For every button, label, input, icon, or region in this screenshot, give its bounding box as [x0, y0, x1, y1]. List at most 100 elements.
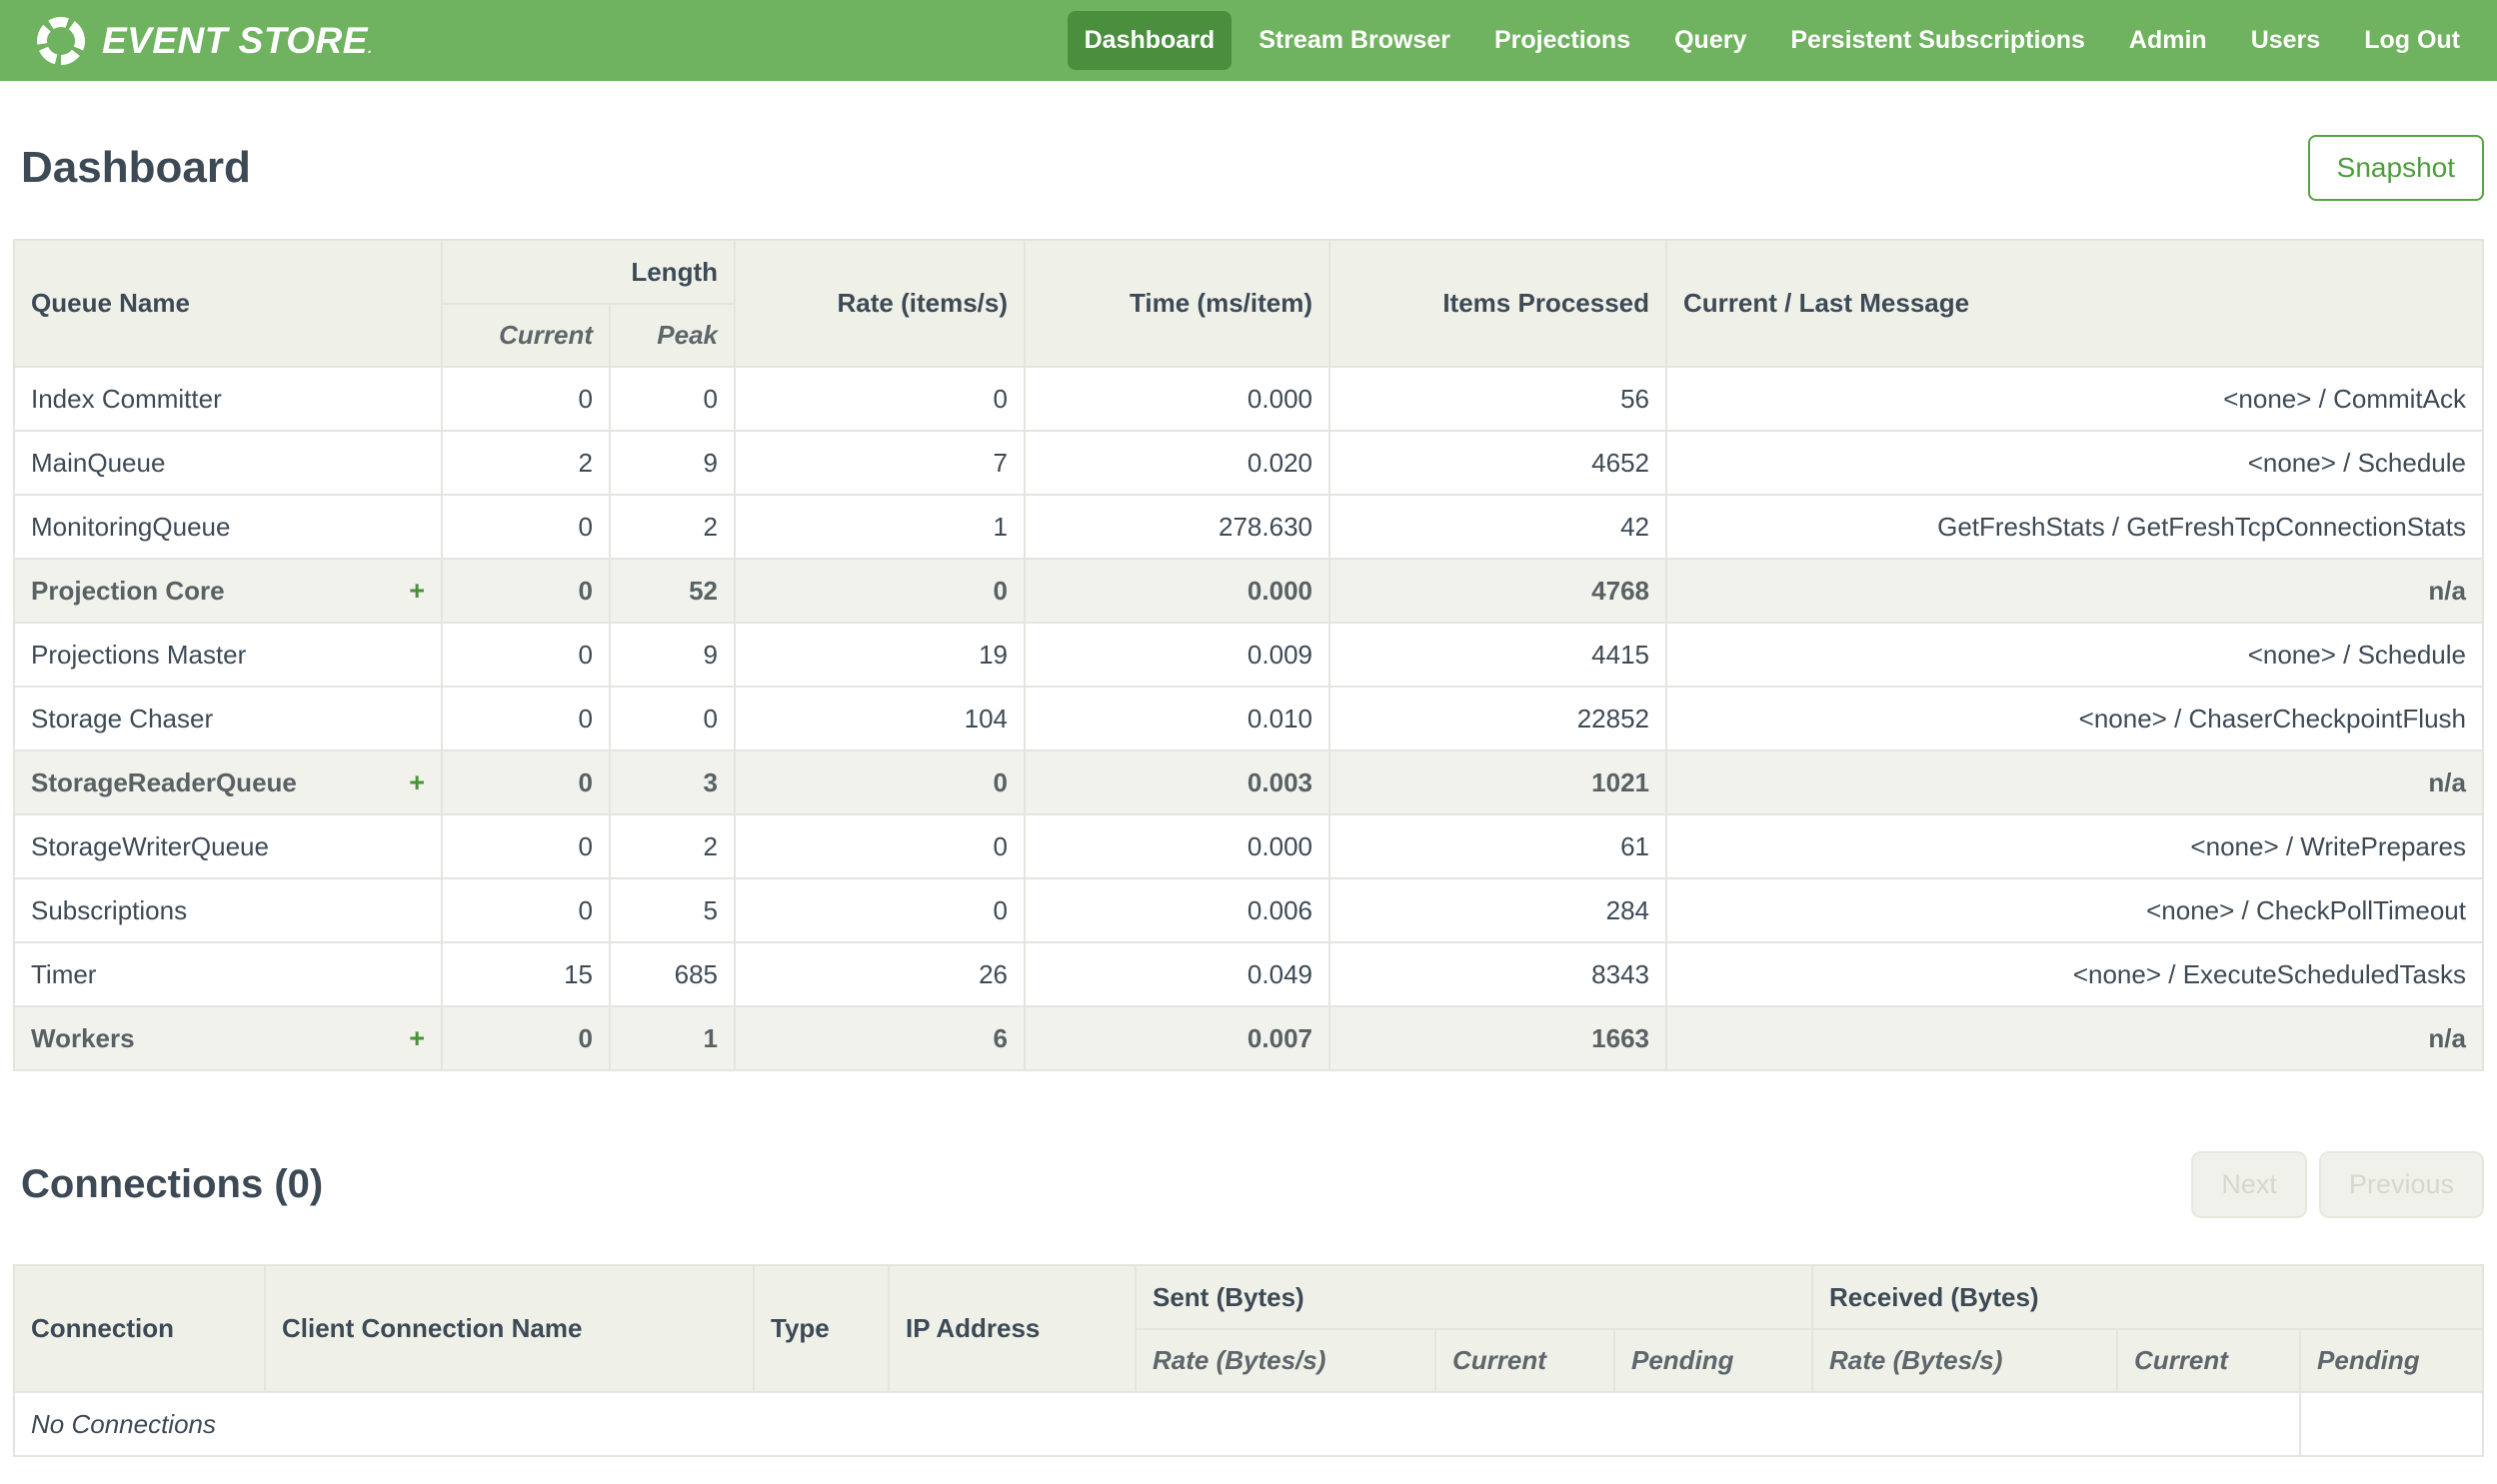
- time-cell: 0.010: [1024, 686, 1330, 751]
- connections-table-header: Connection Client Connection Name Type I…: [13, 1264, 2484, 1393]
- queues-table-header: Queue Name Length Rate (items/s) Time (m…: [13, 239, 2484, 368]
- time-cell: 0.000: [1024, 558, 1330, 624]
- nav-item-projections[interactable]: Projections: [1477, 11, 1647, 70]
- header-client-name: Client Connection Name: [264, 1264, 755, 1393]
- rate-cell: 7: [734, 430, 1026, 496]
- len-peak-cell: 685: [609, 941, 736, 1007]
- message-cell: <none> / Schedule: [1665, 430, 2484, 496]
- no-connections-row: No Connections: [12, 1391, 2484, 1457]
- len-peak-cell: 9: [609, 430, 736, 496]
- queue-row: MainQueue 2 9 7 0.020 4652 <none> / Sche…: [13, 430, 2484, 496]
- rate-cell: 0: [734, 366, 1026, 432]
- snapshot-button[interactable]: Snapshot: [2307, 135, 2484, 201]
- nav-item-dashboard[interactable]: Dashboard: [1067, 11, 1233, 70]
- queue-name-cell: Subscriptions: [13, 877, 443, 943]
- items-cell: 42: [1328, 494, 1667, 560]
- rate-cell: 0: [734, 877, 1026, 943]
- nav-item-stream-browser[interactable]: Stream Browser: [1242, 11, 1467, 70]
- queue-row: Projections Master 0 9 19 0.009 4415 <no…: [13, 622, 2484, 688]
- queue-name-cell: Projection Core +: [13, 558, 443, 624]
- header-time: Time (ms/item): [1024, 239, 1330, 368]
- len-current-cell: 0: [441, 686, 611, 751]
- nav-item-admin[interactable]: Admin: [2112, 11, 2224, 70]
- time-cell: 0.000: [1024, 366, 1330, 432]
- len-current-cell: 0: [441, 494, 611, 560]
- queues-table: Queue Name Length Rate (items/s) Time (m…: [13, 239, 2484, 1071]
- rate-cell: 1: [734, 494, 1026, 560]
- queue-row: MonitoringQueue 0 2 1 278.630 42 GetFres…: [13, 494, 2484, 560]
- queue-name-cell: Timer: [13, 941, 443, 1007]
- items-cell: 284: [1328, 877, 1667, 943]
- header-received-bytes: Received (Bytes): [1811, 1264, 2484, 1330]
- time-cell: 0.003: [1024, 749, 1330, 815]
- len-peak-cell: 1: [609, 1005, 736, 1071]
- header-received-pending: Pending: [2299, 1328, 2484, 1393]
- message-cell: n/a: [1665, 558, 2484, 624]
- len-current-cell: 0: [441, 1005, 611, 1071]
- expand-icon[interactable]: +: [409, 577, 425, 605]
- queue-row: Timer 15 685 26 0.049 8343 <none> / Exec…: [13, 941, 2484, 1007]
- rate-cell: 0: [734, 558, 1026, 624]
- len-current-cell: 0: [441, 813, 611, 879]
- expand-icon[interactable]: +: [409, 768, 425, 796]
- queue-group-row: Workers + 0 1 6 0.007 1663 n/a: [13, 1005, 2484, 1071]
- header-ip-address: IP Address: [888, 1264, 1137, 1393]
- header-type: Type: [753, 1264, 890, 1393]
- header-received-current: Current: [2116, 1328, 2302, 1393]
- brand-text: EVENT STORE.: [102, 19, 373, 61]
- queue-group-row: Projection Core + 0 52 0 0.000 4768 n/a: [13, 558, 2484, 624]
- len-current-cell: 2: [441, 430, 611, 496]
- header-length-current: Current: [441, 303, 611, 368]
- items-cell: 56: [1328, 366, 1667, 432]
- message-cell: n/a: [1665, 749, 2484, 815]
- rate-cell: 0: [734, 813, 1026, 879]
- nav-item-persistent-subscriptions[interactable]: Persistent Subscriptions: [1773, 11, 2102, 70]
- header-items-processed: Items Processed: [1328, 239, 1667, 368]
- time-cell: 278.630: [1024, 494, 1330, 560]
- len-peak-cell: 9: [609, 622, 736, 688]
- header-sent-rate: Rate (Bytes/s): [1135, 1328, 1436, 1393]
- nav-item-users[interactable]: Users: [2234, 11, 2338, 70]
- items-cell: 1021: [1328, 749, 1667, 815]
- time-cell: 0.020: [1024, 430, 1330, 496]
- time-cell: 0.007: [1024, 1005, 1330, 1071]
- header-connection: Connection: [13, 1264, 266, 1393]
- queue-row: Storage Chaser 0 0 104 0.010 22852 <none…: [13, 686, 2484, 751]
- len-peak-cell: 0: [609, 686, 736, 751]
- queue-name-cell: MonitoringQueue: [13, 494, 443, 560]
- header-length-peak: Peak: [609, 303, 736, 368]
- next-button[interactable]: Next: [2191, 1151, 2307, 1218]
- page-title: Dashboard: [21, 143, 251, 192]
- previous-button[interactable]: Previous: [2318, 1151, 2484, 1218]
- rate-cell: 6: [734, 1005, 1026, 1071]
- expand-icon[interactable]: +: [409, 1024, 425, 1052]
- queue-name-cell: Storage Chaser: [13, 686, 443, 751]
- len-peak-cell: 2: [609, 813, 736, 879]
- queue-group-name: Projection Core: [31, 575, 225, 606]
- brand: EVENT STORE.: [34, 14, 373, 68]
- time-cell: 0.006: [1024, 877, 1330, 943]
- header-sent-pending: Pending: [1612, 1328, 1814, 1393]
- len-current-cell: 0: [441, 558, 611, 624]
- rate-cell: 104: [734, 686, 1026, 751]
- queue-group-name: StorageReaderQueue: [31, 766, 297, 797]
- len-current-cell: 0: [441, 366, 611, 432]
- items-cell: 22852: [1328, 686, 1667, 751]
- connections-table: Connection Client Connection Name Type I…: [12, 1264, 2484, 1457]
- message-cell: n/a: [1665, 1005, 2484, 1071]
- nav-item-logout[interactable]: Log Out: [2347, 11, 2477, 70]
- nav-menu: Dashboard Stream Browser Projections Que…: [1067, 11, 2477, 70]
- len-current-cell: 0: [441, 877, 611, 943]
- connections-header: Connections (0) Next Previous: [13, 1151, 2484, 1218]
- nav-item-query[interactable]: Query: [1657, 11, 1763, 70]
- message-cell: <none> / ExecuteScheduledTasks: [1665, 941, 2484, 1007]
- len-current-cell: 15: [441, 941, 611, 1007]
- len-current-cell: 0: [441, 749, 611, 815]
- len-peak-cell: 2: [609, 494, 736, 560]
- queue-name-cell: StorageWriterQueue: [13, 813, 443, 879]
- items-cell: 8343: [1328, 941, 1667, 1007]
- time-cell: 0.049: [1024, 941, 1330, 1007]
- items-cell: 61: [1328, 813, 1667, 879]
- rate-cell: 0: [734, 749, 1026, 815]
- header-received-rate: Rate (Bytes/s): [1811, 1328, 2119, 1393]
